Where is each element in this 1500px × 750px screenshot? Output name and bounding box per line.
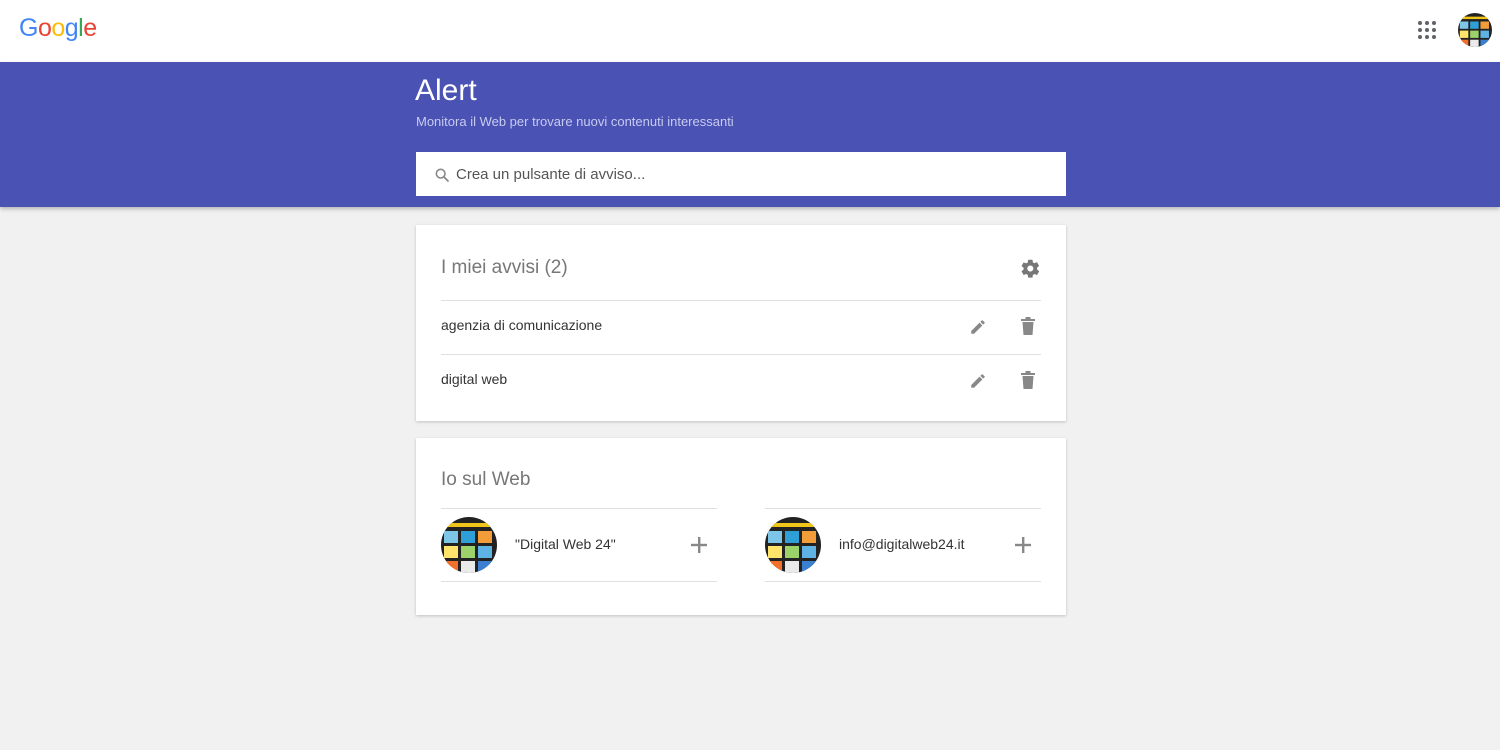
alert-row[interactable]: agenzia di comunicazione [441, 300, 1041, 354]
alert-row[interactable]: digital web [441, 354, 1041, 408]
search-input[interactable] [456, 152, 1056, 196]
avatar [765, 517, 821, 573]
web-suggestion-item[interactable]: info@digitalweb24.it [765, 508, 1041, 582]
search-box[interactable] [416, 152, 1066, 196]
page-subtitle: Monitora il Web per trovare nuovi conten… [416, 114, 734, 129]
web-suggestion-label: info@digitalweb24.it [839, 536, 965, 552]
logo-letter: o [37, 14, 52, 42]
pencil-icon[interactable] [969, 372, 987, 390]
search-icon [435, 168, 449, 182]
alerts-card-title: I miei avvisi (2) [441, 257, 568, 278]
web-suggestion-item[interactable]: "Digital Web 24" [441, 508, 717, 582]
trash-icon[interactable] [1020, 317, 1036, 335]
top-bar: Google [0, 0, 1500, 62]
apps-grid-icon[interactable] [1418, 21, 1436, 39]
web-suggestion-label: "Digital Web 24" [515, 536, 616, 552]
web-card-title: Io sul Web [441, 469, 531, 490]
trash-icon[interactable] [1020, 371, 1036, 389]
logo-letter: e [83, 14, 97, 42]
pencil-icon[interactable] [969, 318, 987, 336]
header-band: Alert Monitora il Web per trovare nuovi … [0, 62, 1500, 207]
account-avatar[interactable] [1458, 13, 1492, 47]
google-logo[interactable]: Google [19, 14, 97, 43]
page-title: Alert [415, 74, 477, 107]
logo-letter: G [19, 14, 38, 42]
alerts-card: I miei avvisi (2) agenzia di comunicazio… [416, 225, 1066, 421]
plus-icon[interactable] [1014, 536, 1032, 554]
alert-label: agenzia di comunicazione [441, 317, 603, 333]
logo-letter: o [51, 14, 65, 42]
avatar [441, 517, 497, 573]
plus-icon[interactable] [690, 536, 708, 554]
alert-label: digital web [441, 371, 508, 387]
gear-icon[interactable] [1020, 258, 1041, 279]
web-presence-card: Io sul Web "Digital Web 24" info@digital… [416, 438, 1066, 615]
logo-letter: g [64, 14, 79, 42]
